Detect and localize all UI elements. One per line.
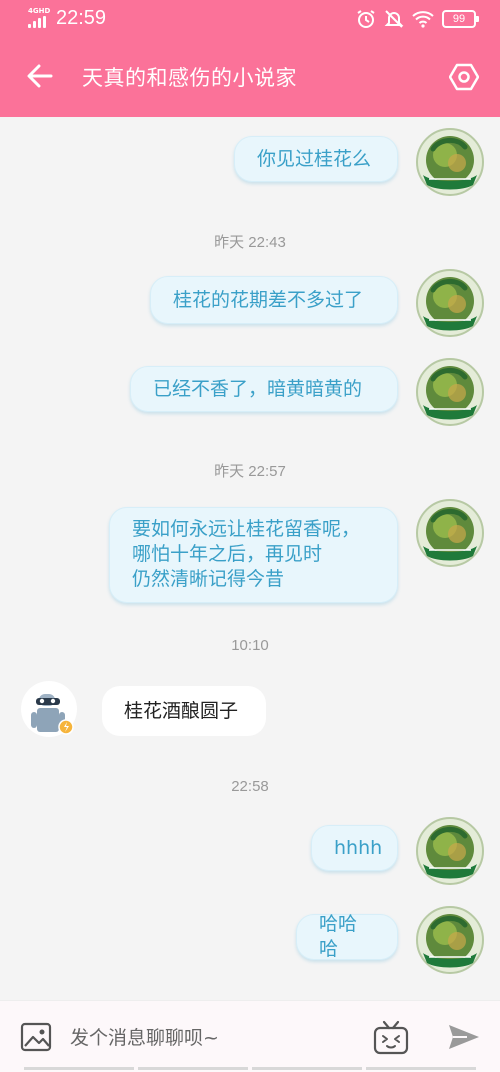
self-avatar[interactable]: [415, 498, 485, 568]
contact-avatar[interactable]: [20, 680, 78, 738]
back-arrow-icon: [27, 64, 53, 88]
message-text-line: 要如何永远让桂花留香呢，: [132, 518, 361, 540]
message-input[interactable]: [70, 1023, 350, 1053]
status-bar: 4GHD 22:59 99: [0, 0, 500, 38]
alarm-icon: [357, 10, 375, 28]
message-text: hhhh: [334, 836, 383, 859]
message-text-line: 哪怕十年之后，再见时: [132, 543, 323, 565]
message-input-bar: [0, 1000, 500, 1072]
network-type: 4GHD: [28, 7, 51, 15]
message-text: 已经不香了，暗黄暗黄的: [153, 377, 363, 400]
message-bubble-outgoing[interactable]: 要如何永远让桂花留香呢， 哪怕十年之后，再见时 仍然清晰记得今昔: [109, 507, 398, 603]
message-text: 桂花的花期差不多过了: [173, 288, 364, 311]
status-time: 22:59: [56, 7, 107, 29]
message-timestamp: 昨天 22:43: [214, 234, 286, 251]
battery-indicator: 99: [442, 10, 479, 28]
settings-icon: [449, 63, 479, 91]
message-timestamp: 10:10: [231, 637, 269, 654]
send-icon[interactable]: [446, 1021, 482, 1053]
bell-mute-icon: [384, 10, 404, 28]
self-avatar[interactable]: [415, 268, 485, 338]
message-text: 你见过桂花么: [257, 147, 372, 170]
self-avatar[interactable]: [415, 905, 485, 975]
message-bubble-outgoing[interactable]: 桂花的花期差不多过了: [150, 276, 398, 324]
message-bubble-outgoing[interactable]: 哈哈哈: [296, 913, 398, 960]
message-timestamp: 昨天 22:57: [214, 463, 286, 480]
self-avatar[interactable]: [415, 127, 485, 197]
message-text-line: 仍然清晰记得今昔: [132, 568, 285, 590]
image-icon[interactable]: [20, 1021, 52, 1053]
bottom-divider: [0, 1067, 500, 1072]
message-bubble-outgoing[interactable]: hhhh: [311, 825, 398, 871]
message-bubble-incoming[interactable]: 桂花酒酿圆子: [102, 686, 266, 736]
back-button[interactable]: [22, 58, 58, 94]
settings-button[interactable]: [446, 59, 482, 95]
chat-header: 天真的和感伤的小说家: [0, 38, 500, 117]
top-bar: 4GHD 22:59 99 天真的和感伤的小说家: [0, 0, 500, 117]
message-bubble-outgoing[interactable]: 你见过桂花么: [234, 136, 398, 182]
emoji-tv-icon[interactable]: [372, 1019, 410, 1055]
wifi-icon: [412, 11, 434, 28]
message-timestamp: 22:58: [231, 778, 269, 795]
chat-title: 天真的和感伤的小说家: [82, 66, 297, 90]
message-bubble-outgoing[interactable]: 已经不香了，暗黄暗黄的: [130, 366, 398, 412]
message-text: 桂花酒酿圆子: [124, 699, 239, 722]
self-avatar[interactable]: [415, 816, 485, 886]
message-text: 哈哈哈: [319, 913, 358, 960]
self-avatar[interactable]: [415, 357, 485, 427]
signal-icon: [28, 16, 48, 28]
